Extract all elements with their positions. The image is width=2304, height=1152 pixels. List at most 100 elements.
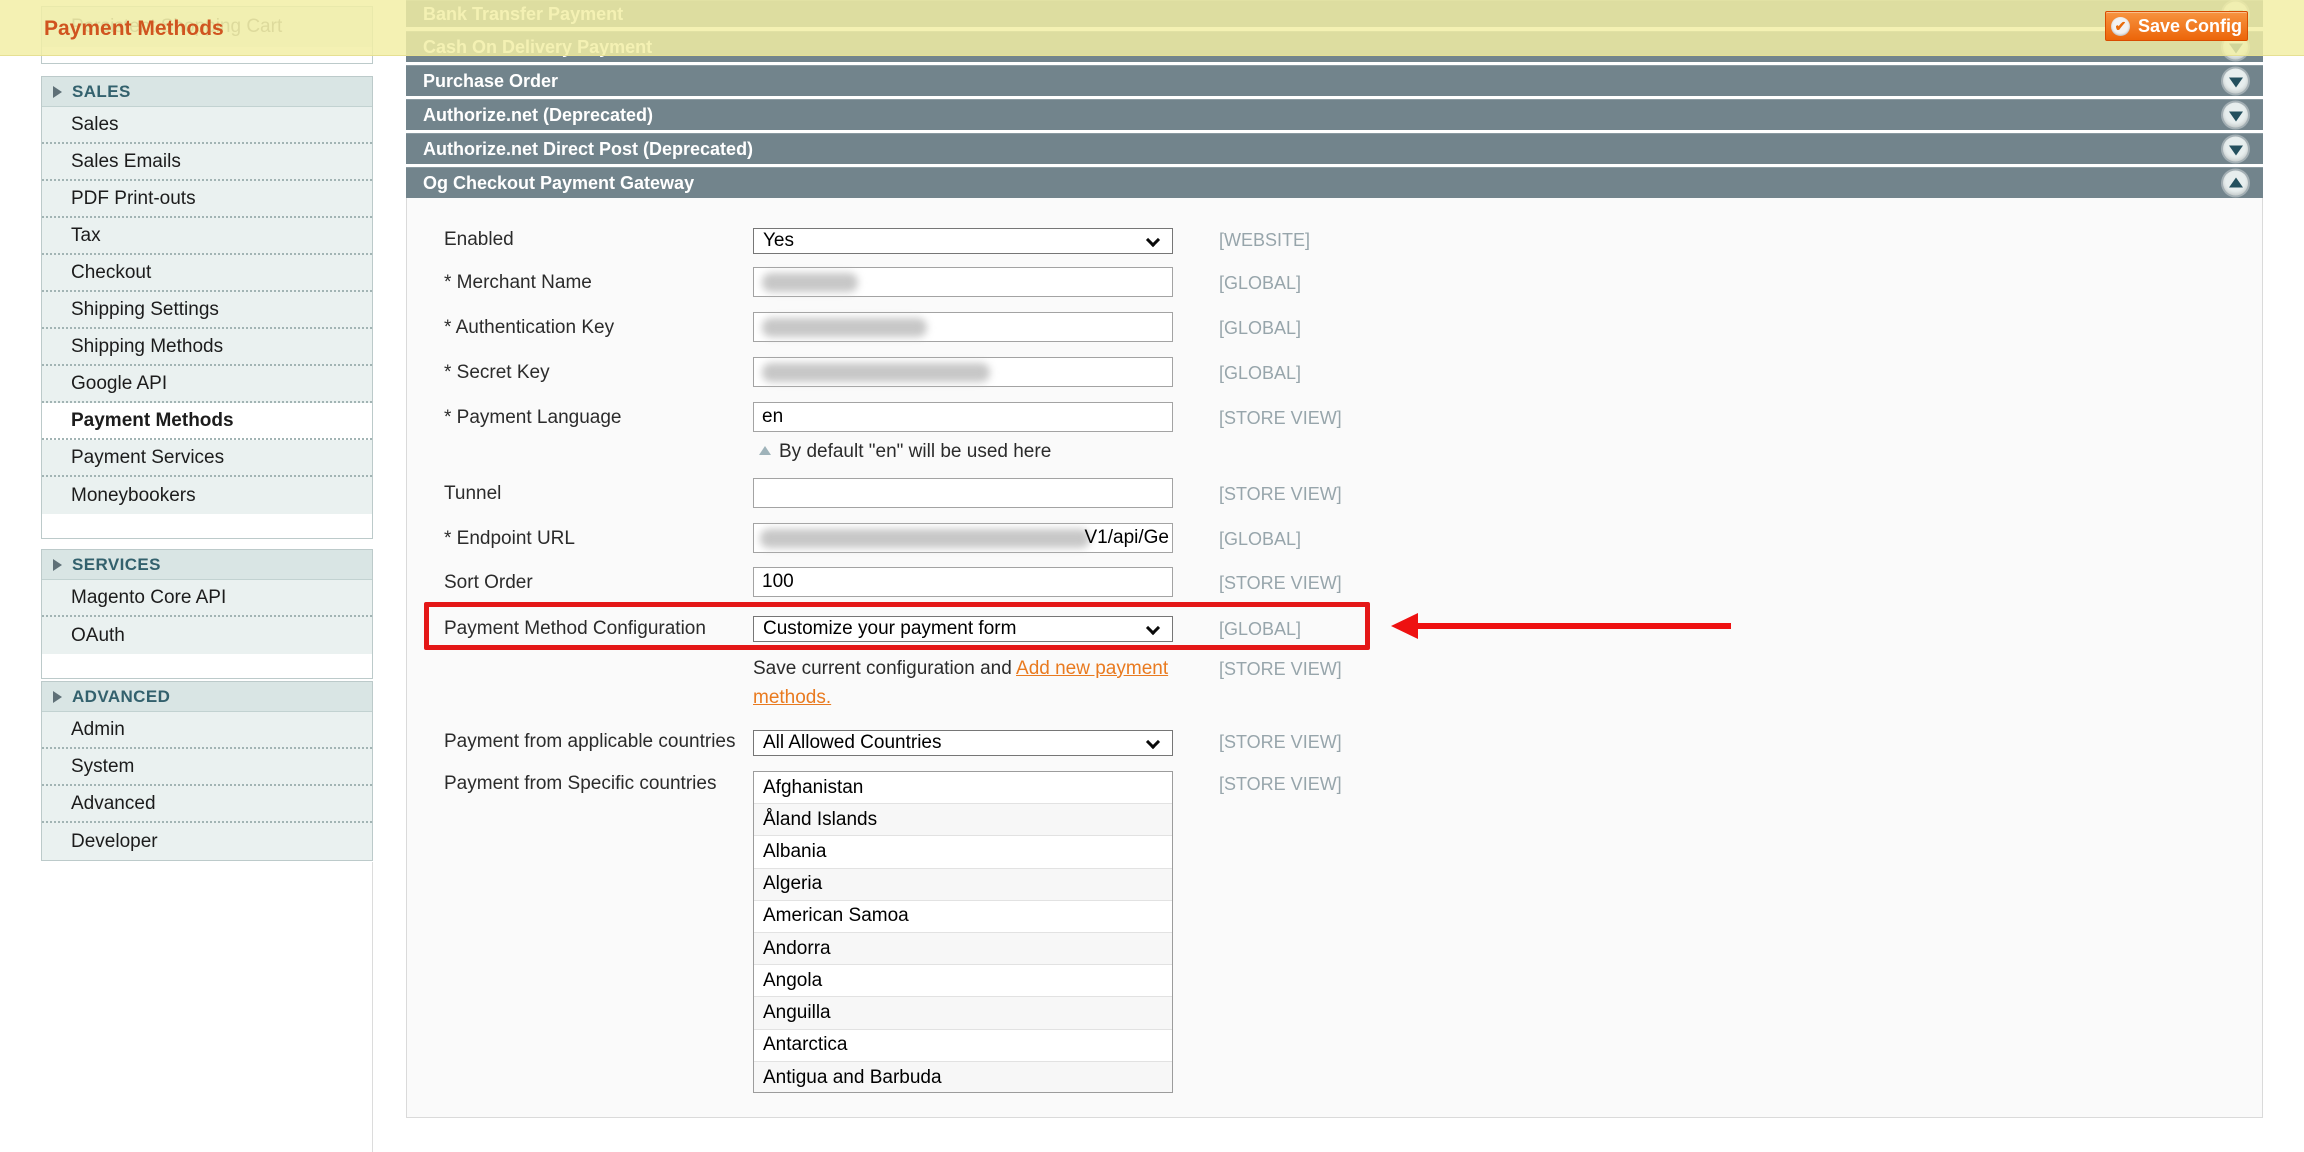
field-label-specific-countries: Payment from Specific countries: [444, 773, 716, 795]
collapse-section-button[interactable]: [2223, 171, 2248, 196]
section-title: Authorize.net Direct Post (Deprecated): [423, 139, 753, 160]
country-option[interactable]: Algeria: [754, 869, 1172, 901]
chevron-up-icon: [2229, 177, 2243, 187]
country-option[interactable]: Angola: [754, 965, 1172, 997]
scope-label: [GLOBAL]: [1219, 273, 1301, 294]
sidebar-item-sales-emails[interactable]: Sales Emails: [42, 144, 372, 181]
sidebar-item-oauth[interactable]: OAuth: [42, 617, 372, 654]
field-label-enabled: Enabled: [444, 229, 514, 251]
sidebar-item-system[interactable]: System: [42, 749, 372, 786]
add-new-payment-methods-link[interactable]: methods.: [753, 687, 831, 708]
applicable-countries-select[interactable]: All Allowed Countries: [753, 730, 1173, 756]
field-label-secret-key: * Secret Key: [444, 362, 550, 384]
section-bar-authorize-net[interactable]: Authorize.net (Deprecated): [406, 99, 2263, 130]
country-option[interactable]: Andorra: [754, 933, 1172, 965]
sidebar-item-moneybookers[interactable]: Moneybookers: [42, 477, 372, 514]
save-config-note-line2: methods.: [753, 687, 831, 709]
sidebar-item-sales[interactable]: Sales: [42, 107, 372, 144]
scope-label: [GLOBAL]: [1219, 363, 1301, 384]
country-option[interactable]: Antarctica: [754, 1030, 1172, 1062]
checkmark-icon: ✔: [2111, 17, 2130, 36]
field-label-payment-method-configuration: Payment Method Configuration: [444, 618, 706, 640]
chevron-down-icon: [1146, 621, 1160, 635]
sidebar-item-tax[interactable]: Tax: [42, 218, 372, 255]
redacted-value: [762, 363, 990, 382]
chevron-down-icon: [2229, 77, 2243, 87]
payment-language-input[interactable]: [753, 402, 1173, 432]
sidebar-group-label: SERVICES: [72, 555, 161, 575]
sidebar-group-services: SERVICES Magento Core API OAuth: [41, 549, 373, 679]
expand-section-button[interactable]: [2223, 103, 2248, 128]
specific-countries-multiselect[interactable]: Afghanistan Åland Islands Albania Algeri…: [753, 771, 1173, 1093]
annotation-arrow-line: [1413, 623, 1731, 629]
country-option[interactable]: Afghanistan: [754, 772, 1172, 804]
country-option[interactable]: Åland Islands: [754, 804, 1172, 836]
triangle-right-icon: [53, 559, 62, 571]
selected-value: Customize your payment form: [763, 618, 1016, 640]
authentication-key-input[interactable]: [753, 312, 1173, 342]
tunnel-input[interactable]: [753, 478, 1173, 508]
note-triangle-icon: [759, 446, 771, 455]
sidebar-item-payment-services[interactable]: Payment Services: [42, 440, 372, 477]
field-label-payment-language: * Payment Language: [444, 407, 621, 429]
secret-key-input[interactable]: [753, 357, 1173, 387]
sidebar-item-advanced[interactable]: Advanced: [42, 786, 372, 823]
page-title: Payment Methods: [44, 17, 224, 41]
field-label-authentication-key: * Authentication Key: [444, 317, 614, 339]
section-bar-authorize-net-direct-post[interactable]: Authorize.net Direct Post (Deprecated): [406, 133, 2263, 164]
chevron-down-icon: [2229, 145, 2243, 155]
sidebar-item-payment-methods[interactable]: Payment Methods: [42, 403, 372, 440]
payment-method-configuration-select[interactable]: Customize your payment form: [753, 616, 1173, 642]
country-option[interactable]: Antigua and Barbuda: [754, 1062, 1172, 1093]
redacted-value: [762, 273, 858, 292]
merchant-name-input[interactable]: [753, 267, 1173, 297]
field-label-applicable-countries: Payment from applicable countries: [444, 731, 735, 753]
sidebar-group-header-advanced[interactable]: ADVANCED: [42, 682, 372, 712]
sidebar-border-line: [372, 862, 373, 1152]
scope-label: [GLOBAL]: [1219, 318, 1301, 339]
expand-section-button[interactable]: [2223, 137, 2248, 162]
sidebar-group-header-sales[interactable]: SALES: [42, 77, 372, 107]
scope-label: [STORE VIEW]: [1219, 573, 1342, 594]
field-label-sort-order: Sort Order: [444, 572, 533, 594]
section-bar-purchase-order[interactable]: Purchase Order: [406, 65, 2263, 96]
section-title: Og Checkout Payment Gateway: [423, 173, 694, 194]
magento-config-page: Persistent Shopping Cart SALES Sales Sal…: [0, 0, 2304, 1152]
og-checkout-settings-panel: Enabled Yes [WEBSITE] * Merchant Name [G…: [406, 198, 2263, 1118]
sidebar-item-shipping-settings[interactable]: Shipping Settings: [42, 292, 372, 329]
section-title: Purchase Order: [423, 71, 558, 92]
sort-order-input[interactable]: [753, 567, 1173, 597]
sidebar-item-magento-core-api[interactable]: Magento Core API: [42, 580, 372, 617]
chevron-down-icon: [1146, 233, 1160, 247]
enabled-select[interactable]: Yes: [753, 228, 1173, 254]
field-label-endpoint-url: * Endpoint URL: [444, 528, 575, 550]
sidebar-item-shipping-methods[interactable]: Shipping Methods: [42, 329, 372, 366]
sticky-header-band: [0, 0, 2304, 56]
save-config-button[interactable]: ✔ Save Config: [2105, 11, 2248, 41]
selected-value: Yes: [763, 230, 794, 252]
sidebar-item-google-api[interactable]: Google API: [42, 366, 372, 403]
country-option[interactable]: Albania: [754, 836, 1172, 868]
sidebar-group-label: ADVANCED: [72, 687, 170, 707]
expand-section-button[interactable]: [2223, 69, 2248, 94]
section-bar-og-checkout-payment-gateway[interactable]: Og Checkout Payment Gateway: [406, 167, 2263, 198]
country-option[interactable]: Anguilla: [754, 997, 1172, 1029]
sidebar-item-developer[interactable]: Developer: [42, 823, 372, 860]
country-option[interactable]: American Samoa: [754, 901, 1172, 933]
add-new-payment-methods-link[interactable]: Add new payment: [1016, 658, 1168, 679]
triangle-right-icon: [53, 691, 62, 703]
selected-value: All Allowed Countries: [763, 732, 941, 754]
endpoint-url-input[interactable]: V1/api/Ge: [753, 523, 1173, 553]
chevron-down-icon: [1146, 735, 1160, 749]
scope-label: [STORE VIEW]: [1219, 659, 1342, 680]
redacted-value: [762, 318, 927, 337]
sidebar-group-sales: SALES Sales Sales Emails PDF Print-outs …: [41, 76, 373, 539]
sidebar-item-checkout[interactable]: Checkout: [42, 255, 372, 292]
field-note: By default "en" will be used here: [759, 441, 1051, 463]
section-title: Authorize.net (Deprecated): [423, 105, 653, 126]
sidebar-group-header-services[interactable]: SERVICES: [42, 550, 372, 580]
scope-label: [GLOBAL]: [1219, 619, 1301, 640]
sidebar-item-admin[interactable]: Admin: [42, 712, 372, 749]
scope-label: [WEBSITE]: [1219, 230, 1310, 251]
sidebar-item-pdf-print-outs[interactable]: PDF Print-outs: [42, 181, 372, 218]
